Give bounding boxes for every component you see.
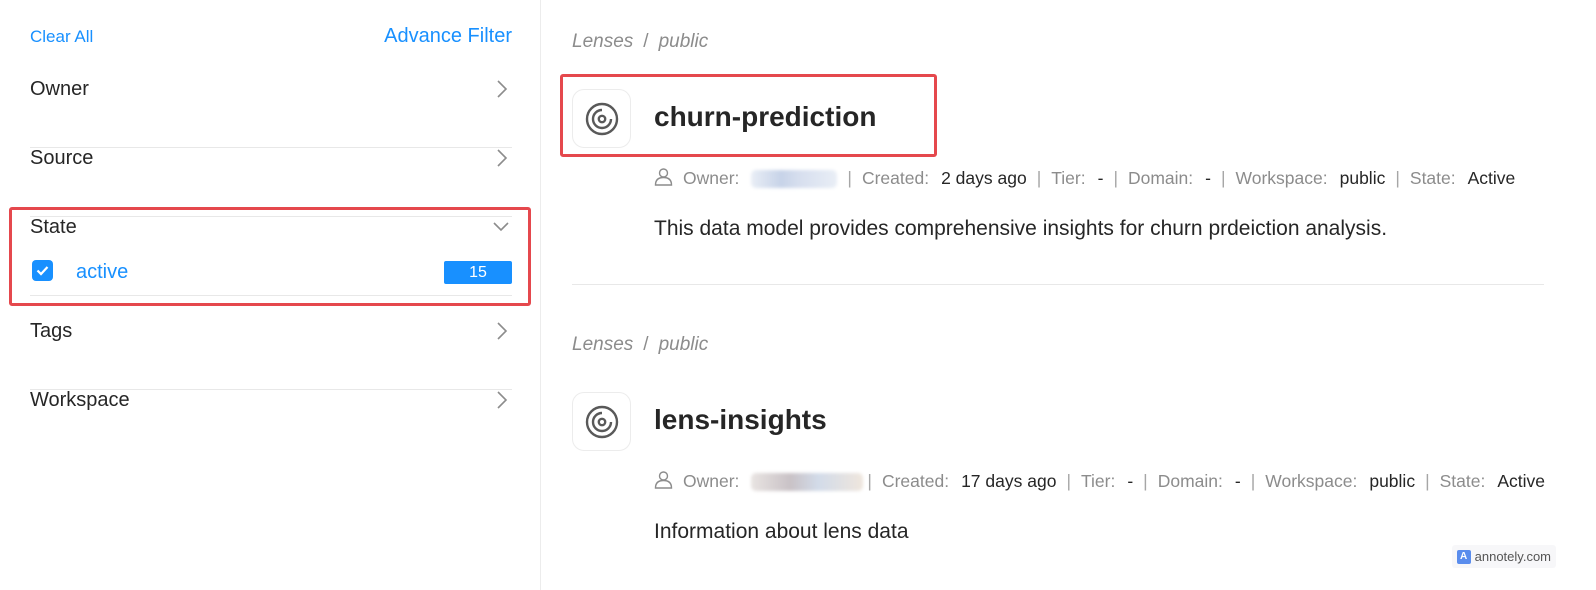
- breadcrumb-item[interactable]: Lenses: [572, 334, 633, 355]
- entity-title-link[interactable]: lens-insights: [654, 404, 827, 436]
- filter-label: Owner: [30, 78, 89, 100]
- option-label: active: [76, 261, 129, 283]
- filter-source[interactable]: Source: [30, 148, 512, 217]
- tier-label: Tier:: [1080, 471, 1116, 491]
- chevron-right-icon: [495, 321, 509, 341]
- tier-value: -: [1127, 471, 1134, 491]
- state-label: State:: [1439, 471, 1486, 491]
- lens-icon: [572, 89, 631, 148]
- breadcrumb-item[interactable]: public: [659, 31, 709, 52]
- breadcrumb-item[interactable]: Lenses: [572, 31, 633, 52]
- filter-label: Source: [30, 147, 94, 169]
- annotely-logo-icon: A: [1456, 549, 1471, 564]
- advance-filter-link[interactable]: Advance Filter: [384, 25, 512, 48]
- user-icon: [654, 470, 673, 489]
- owner-avatar[interactable]: [751, 169, 838, 188]
- state-option-active[interactable]: active 15: [32, 260, 512, 286]
- annotely-watermark: A annotely.com: [1451, 545, 1556, 568]
- filter-workspace[interactable]: Workspace: [30, 390, 512, 459]
- tier-value: -: [1097, 168, 1104, 188]
- entity-description: This data model provides comprehensive i…: [654, 217, 1388, 240]
- workspace-value: public: [1339, 168, 1386, 188]
- entity-title-link[interactable]: churn-prediction: [654, 101, 876, 133]
- filter-owner[interactable]: Owner: [30, 79, 512, 148]
- chevron-right-icon: [495, 79, 509, 99]
- breadcrumb-item[interactable]: public: [659, 334, 709, 355]
- filter-label: State: [30, 216, 77, 238]
- filter-label: Workspace: [30, 389, 130, 411]
- owner-label: Owner:: [683, 168, 740, 188]
- domain-value: -: [1234, 471, 1241, 491]
- clear-all-link[interactable]: Clear All: [30, 27, 93, 47]
- filter-tags[interactable]: Tags: [30, 321, 512, 390]
- workspace-label: Workspace:: [1235, 168, 1328, 188]
- chevron-right-icon: [495, 390, 509, 410]
- state-value: Active: [1497, 471, 1546, 491]
- entity-description: Information about lens data: [654, 520, 909, 543]
- lens-icon: [572, 392, 631, 451]
- entity-meta: Owner: | Created: 17 days ago | Tier: - …: [654, 471, 1545, 492]
- chevron-right-icon: [495, 148, 509, 168]
- entity-meta: Owner: | Created: 2 days ago | Tier: - |…: [654, 168, 1515, 189]
- tier-label: Tier:: [1051, 168, 1086, 188]
- breadcrumb: Lenses / public: [572, 31, 709, 52]
- created-value: 17 days ago: [961, 471, 1057, 491]
- breadcrumb: Lenses / public: [572, 334, 709, 355]
- active-checkbox[interactable]: [32, 260, 53, 281]
- owner-label: Owner:: [683, 471, 740, 491]
- domain-label: Domain:: [1157, 471, 1223, 491]
- created-value: 2 days ago: [941, 168, 1027, 188]
- filter-sidebar: Clear All Advance Filter Owner Source St…: [0, 0, 541, 590]
- created-label: Created:: [861, 168, 930, 188]
- owner-avatar[interactable]: [751, 472, 864, 491]
- workspace-label: Workspace:: [1265, 471, 1358, 491]
- domain-value: -: [1205, 168, 1211, 188]
- count-badge: 15: [444, 261, 512, 284]
- created-label: Created:: [881, 471, 950, 491]
- result-divider: [572, 284, 1544, 285]
- filter-label: Tags: [30, 320, 73, 342]
- chevron-down-icon: [493, 219, 509, 235]
- watermark-text: annotely.com: [1474, 549, 1551, 564]
- domain-label: Domain:: [1127, 168, 1194, 188]
- state-value: Active: [1467, 168, 1516, 188]
- state-label: State:: [1409, 168, 1456, 188]
- workspace-value: public: [1369, 471, 1416, 491]
- user-icon: [654, 167, 673, 186]
